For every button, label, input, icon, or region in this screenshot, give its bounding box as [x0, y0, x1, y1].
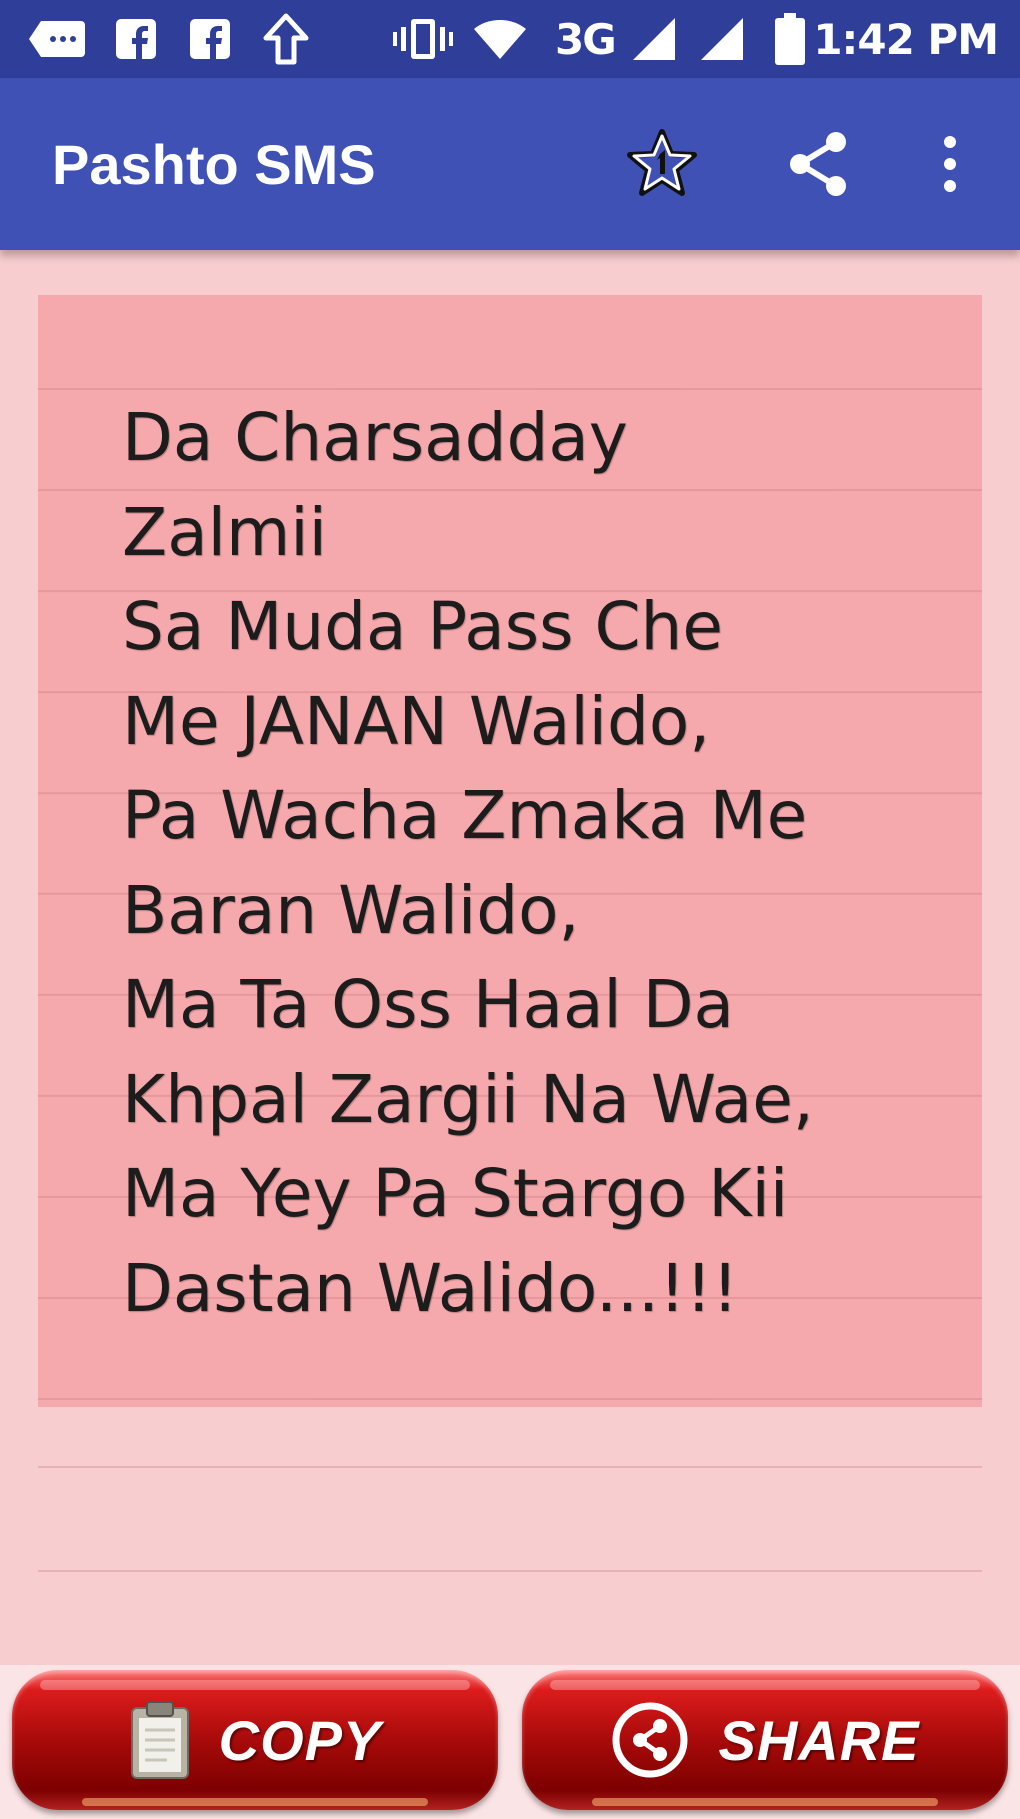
sms-text: Da Charsadday Zalmii Sa Muda Pass Che Me…: [122, 399, 814, 1327]
divider-line: [38, 1570, 982, 1572]
status-bar: 3G 1:42 PM: [0, 0, 1020, 78]
app-bar: Pashto SMS: [0, 78, 1020, 250]
share-button[interactable]: SHARE: [522, 1670, 1008, 1810]
wifi-icon: [470, 0, 530, 78]
signal-icon: [628, 0, 680, 78]
share-action-button[interactable]: [772, 118, 864, 210]
rate-star-icon: [627, 129, 697, 196]
signal-icon: [696, 0, 748, 78]
upload-arrow-icon: [258, 0, 314, 78]
message-icon: [22, 0, 92, 78]
facebook-icon: [112, 0, 160, 78]
battery-icon: [768, 0, 812, 78]
share-button-label: SHARE: [718, 1708, 920, 1772]
rate-button[interactable]: [616, 118, 708, 210]
copy-button-label: COPY: [218, 1708, 382, 1772]
share-icon: [790, 132, 846, 196]
facebook-icon: [186, 0, 234, 78]
network-type: 3G: [555, 14, 617, 64]
sms-card: Da Charsadday Zalmii Sa Muda Pass Che Me…: [38, 295, 982, 1407]
status-time: 1:42 PM: [813, 14, 999, 64]
copy-button[interactable]: COPY: [12, 1670, 498, 1810]
divider-line: [38, 1466, 982, 1468]
vibrate-icon: [388, 0, 458, 78]
clipboard-icon: [129, 1700, 191, 1780]
app-title: Pashto SMS: [52, 132, 376, 196]
overflow-menu-icon: [944, 136, 956, 192]
overflow-menu-button[interactable]: [904, 118, 996, 210]
share-circle-icon: [610, 1700, 690, 1780]
